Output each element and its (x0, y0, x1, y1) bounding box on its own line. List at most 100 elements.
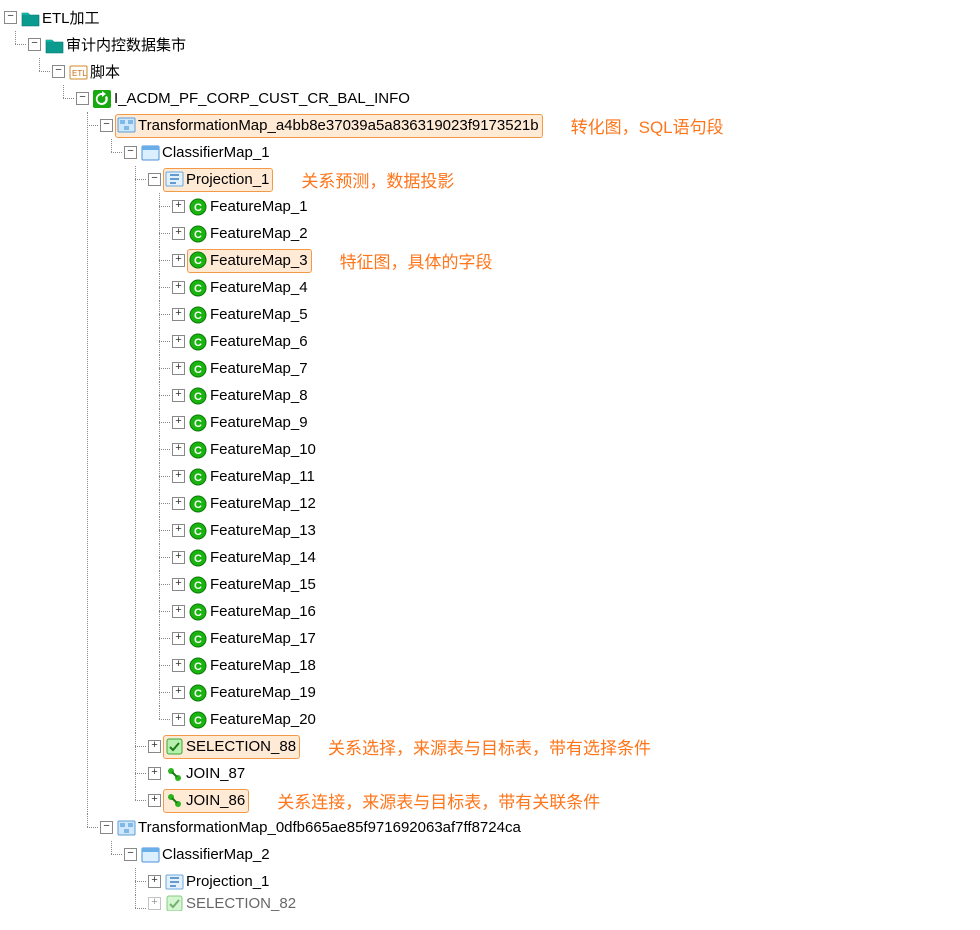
tree-node-join[interactable]: JOIN_86 关系连接，来源表与目标表，带有关联条件 (148, 787, 980, 814)
c-icon (188, 711, 208, 729)
expand-toggle[interactable] (172, 416, 185, 429)
expand-toggle[interactable] (172, 443, 185, 456)
expand-toggle[interactable] (148, 794, 161, 807)
expand-toggle[interactable] (172, 335, 185, 348)
tree-node-feature[interactable]: FeatureMap_2 (172, 220, 980, 247)
expand-toggle[interactable] (4, 11, 17, 24)
expand-toggle[interactable] (172, 281, 185, 294)
tree-node-transformation-map[interactable]: TransformationMap_0dfb665ae85f971692063a… (100, 814, 980, 841)
tree-node-feature[interactable]: FeatureMap_9 (172, 409, 980, 436)
expand-toggle[interactable] (172, 713, 185, 726)
node-label: ETL加工 (42, 7, 100, 28)
node-label: 审计内控数据集市 (66, 34, 186, 55)
expand-toggle[interactable] (172, 362, 185, 375)
node-label: Projection_1 (186, 171, 269, 188)
expand-toggle[interactable] (172, 605, 185, 618)
tree-node-feature[interactable]: FeatureMap_16 (172, 598, 980, 625)
expand-toggle[interactable] (124, 146, 137, 159)
tree-node-feature[interactable]: FeatureMap_4 (172, 274, 980, 301)
tree-node-etl[interactable]: ETL加工 (4, 4, 980, 31)
tree-node-script[interactable]: 脚本 (52, 58, 980, 85)
tree-node-projection[interactable]: Projection_1 (148, 868, 980, 895)
tree-node-feature[interactable]: FeatureMap_3特征图，具体的字段 (172, 247, 980, 274)
tree-node-feature[interactable]: FeatureMap_6 (172, 328, 980, 355)
highlighted-node: FeatureMap_3 (187, 249, 312, 273)
expand-toggle[interactable] (172, 227, 185, 240)
tree-node-feature[interactable]: FeatureMap_8 (172, 382, 980, 409)
expand-toggle[interactable] (148, 740, 161, 753)
window-icon (140, 144, 160, 162)
node-label: SELECTION_88 (186, 738, 296, 755)
highlighted-node: TransformationMap_a4bb8e37039a5a83631902… (115, 114, 543, 138)
expand-toggle[interactable] (148, 767, 161, 780)
expand-toggle[interactable] (100, 119, 113, 132)
expand-toggle[interactable] (172, 524, 185, 537)
node-label: 脚本 (90, 61, 120, 82)
annotation-text: 关系连接，来源表与目标表，带有关联条件 (277, 788, 600, 813)
expand-toggle[interactable] (124, 848, 137, 861)
tree-node-feature[interactable]: FeatureMap_13 (172, 517, 980, 544)
tree-node-feature[interactable]: FeatureMap_17 (172, 625, 980, 652)
tree-node-classifier[interactable]: ClassifierMap_1 (124, 139, 980, 166)
node-label: FeatureMap_6 (210, 333, 308, 350)
expand-toggle[interactable] (172, 632, 185, 645)
tree-node-feature[interactable]: FeatureMap_19 (172, 679, 980, 706)
tree-node-job[interactable]: I_ACDM_PF_CORP_CUST_CR_BAL_INFO (76, 85, 980, 112)
tree-node-feature[interactable]: FeatureMap_5 (172, 301, 980, 328)
tree-node-transformation-map[interactable]: TransformationMap_a4bb8e37039a5a83631902… (100, 112, 980, 139)
node-label: I_ACDM_PF_CORP_CUST_CR_BAL_INFO (114, 90, 410, 107)
expand-toggle[interactable] (100, 821, 113, 834)
annotation-text: 关系预测，数据投影 (301, 167, 454, 192)
expand-toggle[interactable] (172, 686, 185, 699)
tree-node-feature[interactable]: FeatureMap_11 (172, 463, 980, 490)
tree-node-feature[interactable]: FeatureMap_7 (172, 355, 980, 382)
etl-icon (68, 63, 88, 81)
node-label: JOIN_86 (186, 792, 245, 809)
tree-node-feature[interactable]: FeatureMap_14 (172, 544, 980, 571)
tree-node-feature[interactable]: FeatureMap_10 (172, 436, 980, 463)
expand-toggle[interactable] (172, 254, 185, 267)
tree-node-selection[interactable]: SELECTION_82 (148, 895, 980, 911)
c-icon (188, 657, 208, 675)
expand-toggle[interactable] (172, 551, 185, 564)
folder-icon (44, 36, 64, 54)
node-label: ClassifierMap_1 (162, 144, 270, 161)
expand-toggle[interactable] (172, 659, 185, 672)
highlighted-node: SELECTION_88 (163, 735, 300, 759)
c-icon (188, 522, 208, 540)
expand-toggle[interactable] (172, 578, 185, 591)
tree-node-feature[interactable]: FeatureMap_15 (172, 571, 980, 598)
expand-toggle[interactable] (172, 308, 185, 321)
node-label: FeatureMap_14 (210, 549, 316, 566)
c-icon (188, 468, 208, 486)
c-icon (188, 549, 208, 567)
tree-node-feature[interactable]: FeatureMap_18 (172, 652, 980, 679)
tree-node-market[interactable]: 审计内控数据集市 (28, 31, 980, 58)
node-label: FeatureMap_10 (210, 441, 316, 458)
tree-node-feature[interactable]: FeatureMap_1 (172, 193, 980, 220)
expand-toggle[interactable] (76, 92, 89, 105)
map-icon (116, 116, 136, 134)
tree-node-feature[interactable]: FeatureMap_20 (172, 706, 980, 733)
c-icon (188, 279, 208, 297)
tree-node-selection[interactable]: SELECTION_88 关系选择，来源表与目标表，带有选择条件 (148, 733, 980, 760)
node-label: FeatureMap_16 (210, 603, 316, 620)
expand-toggle[interactable] (172, 200, 185, 213)
expand-toggle[interactable] (148, 875, 161, 888)
expand-toggle[interactable] (148, 897, 161, 910)
highlighted-node: JOIN_86 (163, 789, 249, 813)
c-icon (188, 360, 208, 378)
node-label: FeatureMap_3 (210, 252, 308, 269)
expand-toggle[interactable] (172, 389, 185, 402)
expand-toggle[interactable] (172, 497, 185, 510)
c-icon (188, 630, 208, 648)
expand-toggle[interactable] (52, 65, 65, 78)
c-icon (188, 333, 208, 351)
expand-toggle[interactable] (172, 470, 185, 483)
tree-node-feature[interactable]: FeatureMap_12 (172, 490, 980, 517)
tree-node-join[interactable]: JOIN_87 (148, 760, 980, 787)
tree-node-classifier[interactable]: ClassifierMap_2 (124, 841, 980, 868)
expand-toggle[interactable] (148, 173, 161, 186)
expand-toggle[interactable] (28, 38, 41, 51)
tree-node-projection[interactable]: Projection_1 关系预测，数据投影 (148, 166, 980, 193)
